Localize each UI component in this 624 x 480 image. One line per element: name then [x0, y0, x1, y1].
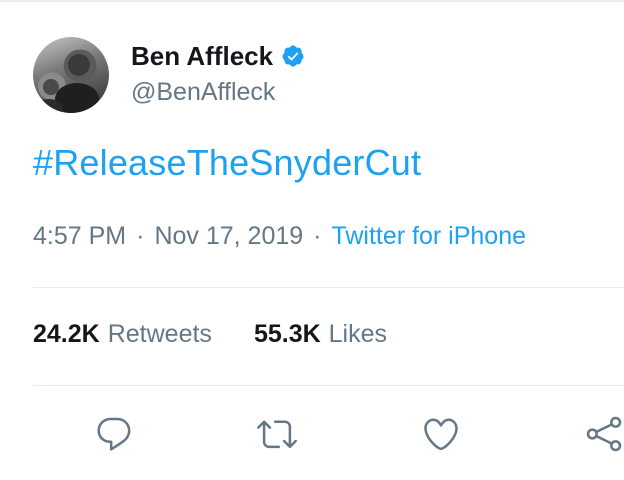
action-bar	[0, 412, 624, 456]
tweet-date[interactable]: Nov 17, 2019	[154, 222, 303, 251]
share-icon	[586, 416, 622, 452]
tweet-meta: 4:57 PM · Nov 17, 2019 · Twitter for iPh…	[33, 222, 526, 251]
meta-separator: ·	[313, 222, 322, 250]
likes-label: Likes	[328, 320, 388, 348]
engagement-stats: 24.2K Retweets 55.3K Likes	[33, 320, 387, 349]
retweets-count: 24.2K	[33, 320, 100, 348]
verified-badge-icon	[282, 45, 304, 67]
retweets-stat[interactable]: 24.2K Retweets	[33, 320, 212, 349]
tweet-hashtag-link[interactable]: #ReleaseTheSnyderCut	[33, 142, 421, 184]
heart-icon	[424, 418, 458, 451]
avatar-photo	[35, 54, 99, 113]
reply-icon	[97, 417, 131, 451]
meta-separator: ·	[136, 222, 145, 250]
like-button[interactable]	[419, 412, 463, 456]
author-handle[interactable]: @BenAffleck	[131, 78, 275, 107]
author-row: Ben Affleck	[131, 40, 305, 72]
divider	[33, 287, 624, 288]
likes-stat[interactable]: 55.3K Likes	[254, 320, 387, 349]
retweet-button[interactable]	[255, 412, 299, 456]
tweet-time[interactable]: 4:57 PM	[33, 222, 126, 251]
reply-button[interactable]	[92, 412, 136, 456]
likes-count: 55.3K	[253, 320, 321, 348]
retweets-label: Retweets	[107, 320, 212, 348]
avatar[interactable]	[33, 37, 109, 113]
top-border	[0, 0, 624, 2]
divider	[33, 385, 624, 386]
retweet-icon	[257, 420, 297, 449]
author-name[interactable]: Ben Affleck	[131, 41, 273, 72]
share-button[interactable]	[582, 412, 624, 456]
tweet-client-link[interactable]: Twitter for iPhone	[331, 222, 526, 251]
